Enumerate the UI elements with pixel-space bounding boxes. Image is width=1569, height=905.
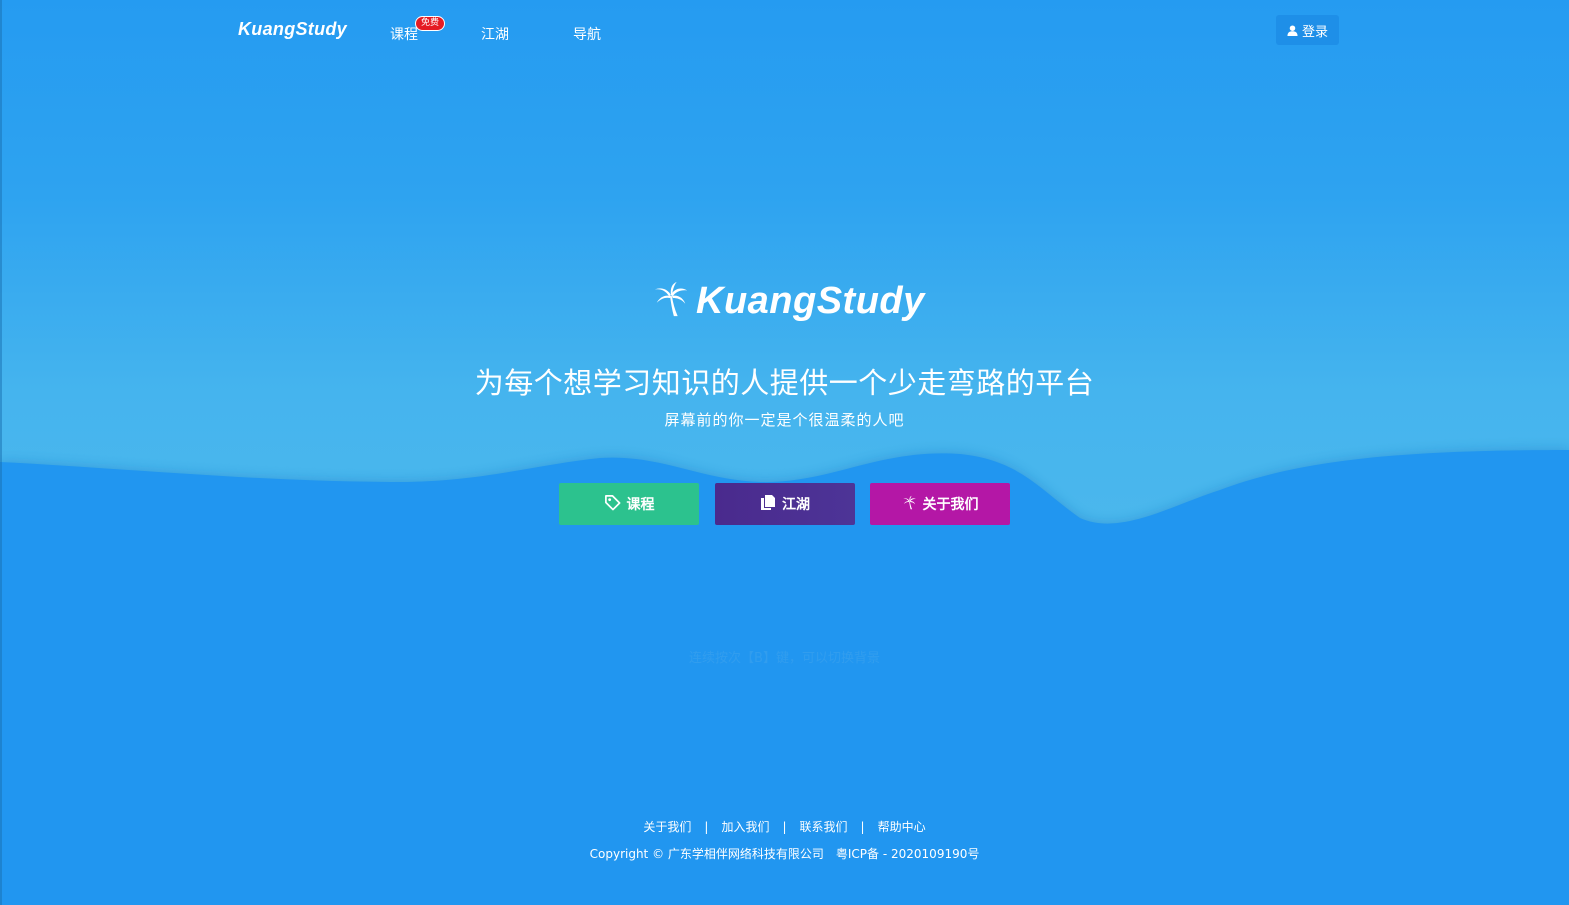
footer-separator: | [782,819,787,834]
footer-link-join[interactable]: 加入我们 [721,818,769,835]
login-button[interactable]: 登录 [1276,15,1339,45]
hero-headline: 为每个想学习知识的人提供一个少走弯路的平台 [474,366,1095,400]
icp-number[interactable]: 粤ICP备 - 2020109190号 [836,845,979,862]
window-edge [0,0,2,905]
palm-tree-icon [652,280,690,322]
brand-logo[interactable]: KuangStudy [238,19,347,40]
footer-copyright: Copyright © 广东学相伴网络科技有限公司 粤ICP备 - 202010… [0,845,1569,862]
copy-icon [760,494,776,515]
footer-separator: | [704,819,709,834]
login-label: 登录 [1301,24,1328,40]
copyright-text: Copyright © 广东学相伴网络科技有限公司 [589,847,824,861]
nav-item-course[interactable]: 课程 [390,24,418,44]
footer-link-help[interactable]: 帮助中心 [878,818,926,835]
hero-subline: 屏幕前的你一定是个很温柔的人吧 [664,411,905,429]
hero-logo-text: KuangStudy [696,279,925,322]
hero-logo: KuangStudy [652,278,925,324]
footer-links: 关于我们 | 加入我们 | 联系我们 | 帮助中心 [0,818,1569,835]
background-switch-hint: 连续按次【B】键，可以切换背景 [689,651,880,666]
course-button-label: 课程 [626,497,655,513]
free-badge: 免费 [415,16,446,31]
nav-item-guide[interactable]: 导航 [573,24,601,44]
jianghu-button[interactable]: 江湖 [715,483,855,525]
about-button[interactable]: 关于我们 [870,483,1010,525]
tag-icon [604,494,621,515]
footer-link-about[interactable]: 关于我们 [643,818,691,835]
about-button-label: 关于我们 [922,497,979,513]
footer-separator: | [860,819,865,834]
page: KuangStudy 课程 免费 江湖 导航 登录 KuangStudy 为每个… [0,0,1569,905]
top-navbar: KuangStudy 课程 免费 江湖 导航 登录 [0,0,1569,62]
palm-tree-icon [902,495,917,514]
footer-link-contact[interactable]: 联系我们 [800,818,848,835]
nav-item-jianghu[interactable]: 江湖 [481,24,509,44]
course-button[interactable]: 课程 [559,483,699,525]
user-icon [1287,24,1298,36]
jianghu-button-label: 江湖 [782,497,810,513]
